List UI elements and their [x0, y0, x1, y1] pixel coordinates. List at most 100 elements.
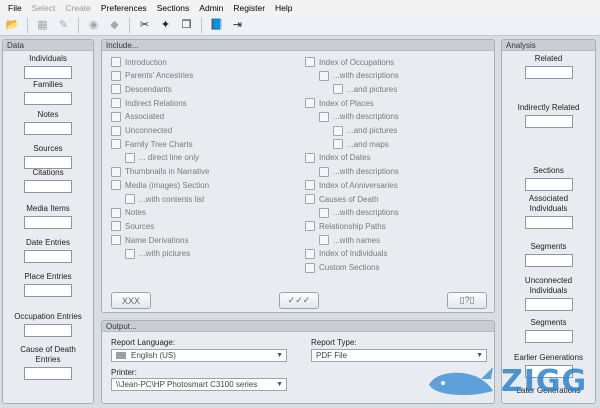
include-checkbox[interactable]	[111, 111, 121, 122]
menu-file[interactable]: File	[3, 3, 27, 13]
include-option[interactable]: Causes of Death	[305, 193, 379, 205]
include-option[interactable]: ...with pictures	[125, 248, 190, 260]
include-option[interactable]: Relationship Paths	[305, 220, 386, 232]
book-icon[interactable]: 📘	[207, 17, 226, 34]
include-checkbox[interactable]	[305, 152, 315, 163]
menu-register[interactable]: Register	[228, 3, 270, 13]
data-stat: Date Entries	[3, 238, 93, 263]
menu-create[interactable]: Create	[60, 3, 96, 13]
include-checkbox[interactable]	[111, 166, 121, 177]
include-checkbox[interactable]	[111, 221, 121, 232]
include-option[interactable]: Parents' Ancestries	[111, 70, 193, 82]
include-option[interactable]: ...with descriptions	[319, 166, 399, 178]
include-checkbox[interactable]	[333, 84, 343, 95]
include-option[interactable]: Thumbnails in Narrative	[111, 166, 209, 178]
include-option-label: Media (images) Section	[125, 180, 210, 190]
include-checkbox[interactable]	[305, 248, 315, 259]
include-option[interactable]: Notes	[111, 207, 146, 219]
menu-sections[interactable]: Sections	[152, 3, 195, 13]
include-checkbox[interactable]	[111, 235, 121, 246]
exit-icon[interactable]: ⇥	[228, 17, 247, 34]
uncheck-all-button[interactable]: XXX	[111, 292, 151, 309]
printer-select[interactable]: \\Jean-PC\HP Photosmart C3100 series ▼	[111, 378, 287, 391]
include-option-label: ...with descriptions	[333, 71, 399, 81]
include-option[interactable]: Descendants	[111, 83, 172, 95]
data-stat-label: Notes	[37, 110, 59, 119]
include-checkbox[interactable]	[125, 248, 135, 259]
include-checkbox[interactable]	[333, 125, 343, 136]
open-folder-icon[interactable]: 📂	[3, 17, 22, 34]
analysis-stat: Sections	[502, 166, 595, 191]
include-checkbox[interactable]	[111, 70, 121, 81]
include-checkbox[interactable]	[111, 84, 121, 95]
data-stat: Individuals	[3, 54, 93, 79]
include-checkbox[interactable]	[305, 57, 315, 67]
include-option[interactable]: ...with descriptions	[319, 207, 399, 219]
include-option[interactable]: ...and pictures	[333, 83, 397, 95]
include-checkbox[interactable]	[305, 221, 315, 232]
include-checkbox[interactable]	[111, 180, 121, 191]
wand-icon[interactable]: ✦	[156, 17, 175, 34]
include-checkbox[interactable]	[125, 152, 135, 163]
data-stat-value	[24, 367, 72, 380]
menu-preferences[interactable]: Preferences	[96, 3, 152, 13]
report-language-select[interactable]: English (US) ▼	[111, 349, 287, 362]
include-option[interactable]: Index of Places	[305, 97, 374, 109]
menu-help[interactable]: Help	[270, 3, 297, 13]
include-option[interactable]: ...and pictures	[333, 125, 397, 137]
data-stat: Families	[3, 80, 93, 105]
include-checkbox[interactable]	[319, 235, 329, 246]
include-option[interactable]: Introduction	[111, 56, 167, 68]
include-option[interactable]: Unconnected	[111, 125, 172, 137]
copy-icon[interactable]: ❐	[177, 17, 196, 34]
include-option[interactable]: ...with descriptions	[319, 70, 399, 82]
menu-select[interactable]: Select	[27, 3, 61, 13]
include-checkbox[interactable]	[305, 262, 315, 273]
include-checkbox[interactable]	[111, 207, 121, 218]
include-checkbox[interactable]	[305, 98, 315, 109]
include-option-label: Notes	[125, 208, 146, 218]
include-checkbox[interactable]	[319, 166, 329, 177]
include-option[interactable]: ...and maps	[333, 138, 389, 150]
include-option[interactable]: Name Derivations	[111, 234, 189, 246]
include-option[interactable]: Index of Individuals	[305, 248, 388, 260]
toolbar-separator	[129, 17, 130, 33]
include-option[interactable]: ...with names	[319, 234, 380, 246]
include-option[interactable]: Associated	[111, 111, 164, 123]
include-option-label: Index of Dates	[319, 153, 371, 163]
include-checkbox[interactable]	[319, 111, 329, 122]
include-option[interactable]: Index of Dates	[305, 152, 371, 164]
include-option[interactable]: Indirect Relations	[111, 97, 187, 109]
include-option[interactable]: Media (images) Section	[111, 179, 209, 191]
default-options-button[interactable]: ▯?▯	[447, 292, 487, 309]
include-option[interactable]: ...with descriptions	[319, 111, 399, 123]
check-all-button[interactable]: ✓✓✓	[279, 292, 319, 309]
include-checkbox[interactable]	[111, 98, 121, 109]
include-checkbox[interactable]	[111, 125, 121, 136]
menu-admin[interactable]: Admin	[194, 3, 228, 13]
edit-icon[interactable]: ✎	[54, 17, 73, 34]
include-option[interactable]: ...with contents list	[125, 193, 204, 205]
data-stat: Place Entries	[3, 272, 93, 297]
analysis-stat-value	[524, 254, 573, 267]
include-checkbox[interactable]	[333, 139, 343, 150]
include-checkbox[interactable]	[111, 57, 121, 67]
include-checkbox[interactable]	[125, 194, 135, 204]
include-option[interactable]: Sources	[111, 220, 154, 232]
include-option[interactable]: Index of Occupations	[305, 56, 394, 68]
include-checkbox[interactable]	[305, 194, 315, 204]
include-option[interactable]: Index of Anniversaries	[305, 179, 398, 191]
analysis-stat-value	[524, 115, 573, 128]
include-option[interactable]: ... direct line only	[125, 152, 199, 164]
include-option[interactable]: Custom Sections	[305, 262, 379, 274]
eraser-icon[interactable]: ◆	[105, 17, 124, 34]
include-checkbox[interactable]	[111, 139, 121, 150]
include-panel: Include... XXX ✓✓✓ ▯?▯ Introduction Paren…	[101, 39, 495, 313]
include-checkbox[interactable]	[319, 207, 329, 218]
include-checkbox[interactable]	[305, 180, 315, 191]
include-checkbox[interactable]	[319, 70, 329, 81]
record-icon[interactable]: ◉	[84, 17, 103, 34]
include-option[interactable]: Family Tree Charts	[111, 138, 193, 150]
tools-icon[interactable]: ✂	[135, 17, 154, 34]
save-icon[interactable]: ▦	[33, 17, 52, 34]
